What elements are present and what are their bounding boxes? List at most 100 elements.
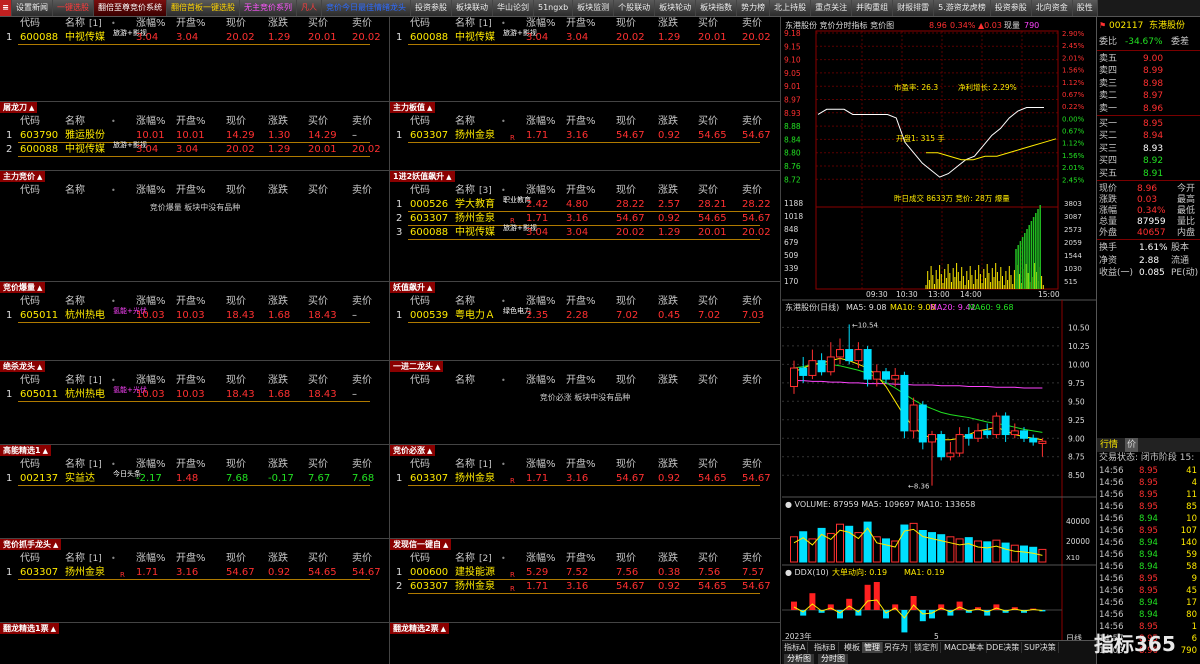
col-price[interactable]: 现价: [226, 295, 246, 309]
col-ask[interactable]: 卖价: [742, 552, 762, 566]
col-chg[interactable]: 涨幅%: [526, 552, 556, 566]
panel-title[interactable]: 屠龙刀 ▲: [0, 102, 38, 113]
col-price[interactable]: 现价: [616, 184, 636, 198]
col-diff[interactable]: 涨跌: [268, 295, 288, 309]
col-open[interactable]: 开盘%: [176, 17, 206, 31]
col-diff[interactable]: 涨跌: [658, 374, 678, 388]
table-row[interactable]: 1 603307 扬州金泉 R 1.71 3.16 54.67 0.92 54.65 54.67: [390, 129, 780, 143]
chart-mode-0[interactable]: 分析图: [784, 654, 814, 664]
candle[interactable]: [992, 415, 1001, 436]
col-open[interactable]: 开盘%: [566, 115, 596, 129]
col-code[interactable]: 代码: [410, 374, 430, 388]
indicator-tab-0[interactable]: 指标A: [782, 642, 809, 653]
col-bid[interactable]: 买价: [308, 552, 328, 566]
col-code[interactable]: 代码: [410, 184, 430, 198]
panel-title[interactable]: 妖值飙升 ▲: [390, 282, 436, 293]
candle[interactable]: [900, 374, 909, 432]
col-diff[interactable]: 涨跌: [658, 295, 678, 309]
col-code[interactable]: 代码: [410, 17, 430, 31]
col-chg[interactable]: 涨幅%: [136, 184, 166, 198]
col-diff[interactable]: 涨跌: [268, 374, 288, 388]
col-chg[interactable]: 涨幅%: [526, 458, 556, 472]
tab-21[interactable]: 投资参股: [990, 0, 1032, 16]
col-price[interactable]: 现价: [616, 374, 636, 388]
table-row[interactable]: 1 605011 杭州热电 氢能+光伏 10.03 10.03 18.43 1.68 18.43…: [0, 386, 390, 402]
col-ask[interactable]: 卖价: [742, 458, 762, 472]
col-ask[interactable]: 卖价: [352, 17, 372, 31]
col-price[interactable]: 现价: [226, 374, 246, 388]
col-ask[interactable]: 卖价: [352, 184, 372, 198]
tab-10[interactable]: 51ngxb: [534, 0, 574, 16]
col-price[interactable]: 现价: [226, 184, 246, 198]
col-ask[interactable]: 卖价: [352, 458, 372, 472]
tab-15[interactable]: 势力榜: [737, 0, 771, 16]
col-open[interactable]: 开盘%: [176, 374, 206, 388]
tab-3[interactable]: 翻倍首板一键选股: [167, 0, 240, 16]
tab-0[interactable]: 设置新闻: [12, 0, 53, 16]
tab-23[interactable]: 股性: [1072, 0, 1098, 16]
candle[interactable]: [799, 367, 808, 376]
table-row[interactable]: 1 603307 扬州金泉 R 1.71 3.16 54.67 0.92 54.65 54.67: [390, 472, 780, 486]
col-name[interactable]: 名称: [455, 458, 475, 472]
indicator-tab-8[interactable]: SUP决策: [1022, 642, 1059, 653]
tab-17[interactable]: 重点关注: [811, 0, 853, 16]
col-price[interactable]: 现价: [616, 115, 636, 129]
col-open[interactable]: 开盘%: [566, 458, 596, 472]
col-name[interactable]: 名称: [65, 295, 85, 309]
col-ask[interactable]: 卖价: [352, 552, 372, 566]
tab-4[interactable]: 无主竞价系列: [240, 0, 297, 16]
panel-title[interactable]: 高能精选1 ▲: [0, 445, 51, 456]
table-row[interactable]: 1 600088 中视传媒 旅游+影视 3.04 3.04 20.02 1.29 20.01 20…: [0, 29, 390, 45]
tab-14[interactable]: 板块指数: [696, 0, 738, 16]
col-name[interactable]: 名称: [65, 458, 85, 472]
panel-title[interactable]: 一进二龙头 ▲: [390, 361, 444, 372]
col-name[interactable]: 名称: [65, 115, 85, 129]
table-row[interactable]: 2 600088 中视传媒 旅游+影视 3.04 3.04 20.02 1.29 20.01 20…: [0, 141, 390, 157]
col-price[interactable]: 现价: [226, 115, 246, 129]
col-name[interactable]: 名称: [455, 184, 475, 198]
col-bid[interactable]: 买价: [308, 295, 328, 309]
col-diff[interactable]: 涨跌: [268, 458, 288, 472]
col-code[interactable]: 代码: [20, 17, 40, 31]
col-name[interactable]: 名称: [65, 552, 85, 566]
col-ask[interactable]: 卖价: [742, 374, 762, 388]
indicator-tab-4[interactable]: 另存为: [882, 642, 911, 653]
col-price[interactable]: 现价: [616, 552, 636, 566]
col-name[interactable]: 名称: [455, 552, 475, 566]
col-open[interactable]: 开盘%: [566, 552, 596, 566]
col-bid[interactable]: 买价: [698, 115, 718, 129]
candle[interactable]: [974, 430, 982, 439]
panel-title[interactable]: 发现信一键自 ▲: [390, 539, 452, 550]
panel-title[interactable]: 1进2妖值飙升 ▲: [390, 171, 455, 182]
col-ask[interactable]: 卖价: [352, 295, 372, 309]
col-bid[interactable]: 买价: [698, 552, 718, 566]
col-name[interactable]: 名称: [65, 17, 85, 31]
col-name[interactable]: 名称: [65, 184, 85, 198]
candle[interactable]: [790, 367, 798, 388]
candle[interactable]: [1010, 430, 1019, 436]
table-row[interactable]: 2 603307 扬州金泉 R 1.71 3.16 54.67 0.92 54.65 54.67: [390, 212, 780, 226]
col-diff[interactable]: 涨跌: [268, 552, 288, 566]
table-row[interactable]: 1 603307 扬州金泉 R 1.71 3.16 54.67 0.92 54.65 54.67: [0, 566, 390, 580]
col-diff[interactable]: 涨跌: [658, 458, 678, 472]
candle[interactable]: [918, 404, 927, 443]
col-bid[interactable]: 买价: [308, 184, 328, 198]
col-bid[interactable]: 买价: [698, 184, 718, 198]
col-code[interactable]: 代码: [20, 458, 40, 472]
col-ask[interactable]: 卖价: [352, 115, 372, 129]
candle[interactable]: [882, 371, 890, 380]
col-open[interactable]: 开盘%: [176, 295, 206, 309]
col-code[interactable]: 代码: [410, 295, 430, 309]
table-row[interactable]: 1 000539 粤电力Ａ 绿色电力 2.35 2.28 7.02 0.45 7.02 7.03: [390, 307, 780, 323]
tab-18[interactable]: 并购重组: [852, 0, 894, 16]
col-code[interactable]: 代码: [410, 115, 430, 129]
tab-5[interactable]: 凡人: [297, 0, 322, 16]
col-code[interactable]: 代码: [20, 374, 40, 388]
chart-mode-1[interactable]: 分时图: [818, 654, 848, 664]
col-open[interactable]: 开盘%: [176, 184, 206, 198]
col-bid[interactable]: 买价: [698, 458, 718, 472]
candle[interactable]: [891, 374, 900, 380]
panel-title[interactable]: 绝杀龙头 ▲: [0, 361, 46, 372]
table-row[interactable]: 1 603790 雅运股份 10.01 10.01 14.29 1.30 14.29–: [0, 129, 390, 143]
panel-title[interactable]: 竞价必涨 ▲: [390, 445, 436, 456]
